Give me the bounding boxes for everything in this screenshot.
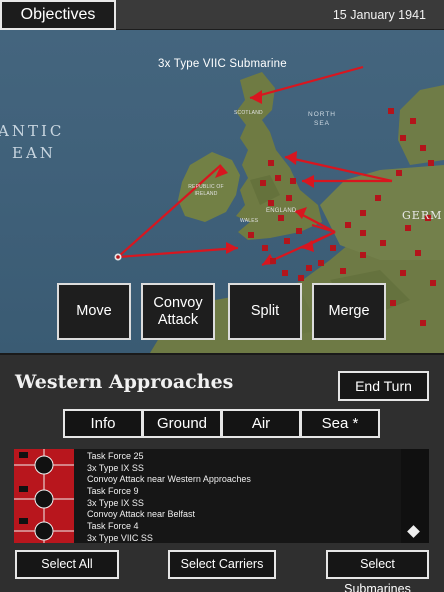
list-item-task-force-4[interactable]: Task Force 4 3x Type VIIC SS — [87, 521, 153, 543]
region-panel: Western Approaches End Turn Info Ground … — [0, 353, 444, 592]
task-force-units: 3x Type IX SS — [87, 462, 144, 473]
panel-tabs: Info Ground Air Sea * — [63, 409, 380, 438]
north-sea-label: NORTH SEA — [308, 111, 336, 127]
ocean-label-line1: ANTIC — [0, 122, 65, 140]
convoy-attack-label-line2: Attack — [157, 311, 199, 328]
task-force-units: 3x Type VIIC SS — [87, 532, 153, 543]
task-force-units: 3x Type IX SS — [87, 497, 144, 508]
naval-ensign-flag — [14, 449, 74, 543]
tab-sea[interactable]: Sea * — [300, 409, 380, 438]
germany-label: GERM — [402, 209, 443, 222]
move-button-label: Move — [76, 303, 112, 319]
move-button[interactable]: Move — [57, 283, 131, 340]
top-bar: Objectives 15 January 1941 — [0, 0, 444, 30]
end-turn-button[interactable]: End Turn — [338, 371, 429, 401]
unit-label: 3x Type VIIC Submarine — [158, 58, 287, 70]
region-title: Western Approaches — [15, 371, 234, 393]
merge-button-label: Merge — [328, 303, 370, 319]
convoy-attack-button[interactable]: Convoy Attack — [141, 283, 215, 340]
task-force-name: Task Force 4 — [87, 521, 139, 531]
ocean-label-line2: EAN — [12, 144, 56, 162]
list-scrollbar[interactable] — [401, 449, 429, 543]
select-submarines-button[interactable]: Select Submarines — [326, 550, 429, 592]
list-item-task-force-25[interactable]: Task Force 25 3x Type IX SS Convoy Attac… — [87, 451, 251, 486]
task-force-name: Task Force 25 — [87, 451, 144, 461]
task-force-status: Convoy Attack near Western Approaches — [87, 474, 251, 484]
task-force-status: Convoy Attack near Belfast — [87, 509, 196, 519]
task-force-list[interactable]: Task Force 25 3x Type IX SS Convoy Attac… — [14, 449, 429, 543]
ireland-label: REPUBLIC OF IRELAND — [188, 184, 224, 197]
scotland-label: SCOTLAND — [234, 110, 263, 116]
convoy-attack-label-line1: Convoy — [153, 294, 203, 311]
split-button-label: Split — [250, 303, 280, 319]
scroll-thumb-icon[interactable] — [407, 525, 420, 538]
list-item-task-force-9[interactable]: Task Force 9 3x Type IX SS Convoy Attack… — [87, 486, 195, 521]
england-label: ENGLAND — [266, 208, 297, 214]
wales-label: WALES — [240, 218, 259, 224]
task-force-name: Task Force 9 — [87, 486, 139, 496]
tab-ground[interactable]: Ground — [142, 409, 222, 438]
tab-air[interactable]: Air — [221, 409, 301, 438]
iron-cross-icon — [14, 449, 74, 543]
objectives-button[interactable]: Objectives — [0, 0, 116, 30]
split-button[interactable]: Split — [228, 283, 302, 340]
select-all-button[interactable]: Select All — [15, 550, 119, 579]
strategic-map[interactable]: Objectives 15 January 1941 3x Type VIIC … — [0, 0, 444, 353]
game-date: 15 January 1941 — [332, 8, 426, 22]
tab-info[interactable]: Info — [63, 409, 143, 438]
select-carriers-button[interactable]: Select Carriers — [168, 550, 276, 579]
merge-button[interactable]: Merge — [312, 283, 386, 340]
